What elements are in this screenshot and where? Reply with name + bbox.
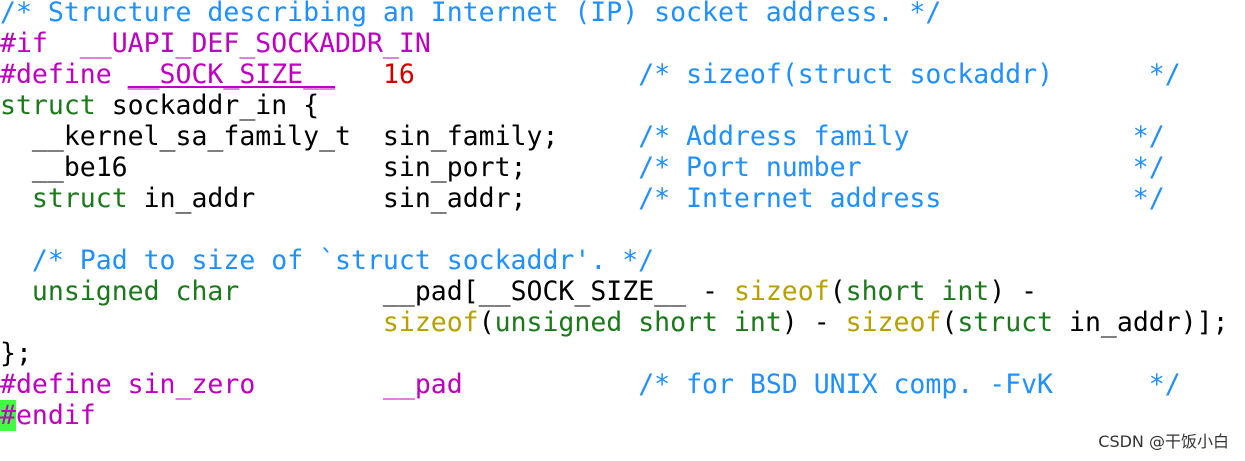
code-token: #define sin_zero <box>0 369 256 400</box>
code-token: /* Address family */ <box>638 121 1165 152</box>
code-token: __pad[__SOCK_SIZE__ - <box>239 276 734 307</box>
code-editor[interactable]: /* Structure describing an Internet (IP)… <box>0 0 1245 461</box>
code-token: __be16 sin_port; <box>0 152 639 183</box>
code-line: #define sin_zero __pad /* for BSD UNIX c… <box>0 369 1181 400</box>
text-cursor: # <box>0 400 16 431</box>
code-token: sockaddr_in { <box>95 90 320 121</box>
code-token: __UAPI_DEF_SOCKADDR_IN <box>79 28 431 59</box>
code-token: ( <box>941 307 958 338</box>
code-token: struct <box>957 307 1054 338</box>
code-token: ) - <box>989 276 1038 307</box>
code-token: __pad <box>382 369 463 400</box>
code-token: }; <box>0 338 32 369</box>
code-token: #define <box>0 59 128 90</box>
code-token: __SOCK_SIZE__ <box>127 59 336 90</box>
code-token: unsigned char <box>31 276 240 307</box>
code-token: sizeof <box>845 307 942 338</box>
code-token: /* sizeof(struct sockaddr) */ <box>638 59 1181 90</box>
code-line: #define __SOCK_SIZE__ 16 /* sizeof(struc… <box>0 59 1181 90</box>
code-line: unsigned char __pad[__SOCK_SIZE__ - size… <box>0 276 1037 307</box>
code-token: ( <box>478 307 495 338</box>
code-token: in_addr sin_addr; <box>127 183 639 214</box>
code-token: ( <box>829 276 846 307</box>
code-token: in_addr)]; <box>1053 307 1229 338</box>
code-line: __be16 sin_port; /* Port number */ <box>0 152 1165 183</box>
code-token: #if <box>0 28 80 59</box>
code-token: endif <box>15 400 96 431</box>
code-token: struct <box>0 90 96 121</box>
code-token: sizeof <box>382 307 479 338</box>
code-token: /* for BSD UNIX comp. -FvK */ <box>638 369 1181 400</box>
watermark-label: CSDN @干饭小白 <box>1098 432 1229 451</box>
code-token: __kernel_sa_family_t sin_family; <box>0 121 639 152</box>
code-line: #if __UAPI_DEF_SOCKADDR_IN <box>0 28 431 59</box>
code-token: struct <box>31 183 128 214</box>
code-line: /* Structure describing an Internet (IP)… <box>0 0 941 28</box>
code-token: /* Port number */ <box>638 152 1165 183</box>
code-line: struct in_addr sin_addr; /* Internet add… <box>0 183 1165 214</box>
code-token: short int <box>845 276 990 307</box>
code-line: #endif <box>0 400 96 431</box>
code-token: 16 <box>382 59 415 90</box>
code-token: ) - <box>781 307 846 338</box>
code-line: /* Pad to size of `struct sockaddr'. */ <box>0 245 654 276</box>
code-token: /* Structure describing an Internet (IP)… <box>0 0 942 28</box>
code-line: __kernel_sa_family_t sin_family; /* Addr… <box>0 121 1165 152</box>
code-token: /* Internet address */ <box>638 183 1165 214</box>
code-token: /* Pad to size of `struct sockaddr'. */ <box>31 245 655 276</box>
code-line: sizeof(unsigned short int) - sizeof(stru… <box>0 307 1229 338</box>
code-line: struct sockaddr_in { <box>0 90 319 121</box>
code-token: sizeof <box>733 276 830 307</box>
code-token: unsigned short int <box>494 307 782 338</box>
code-line: }; <box>0 338 32 369</box>
